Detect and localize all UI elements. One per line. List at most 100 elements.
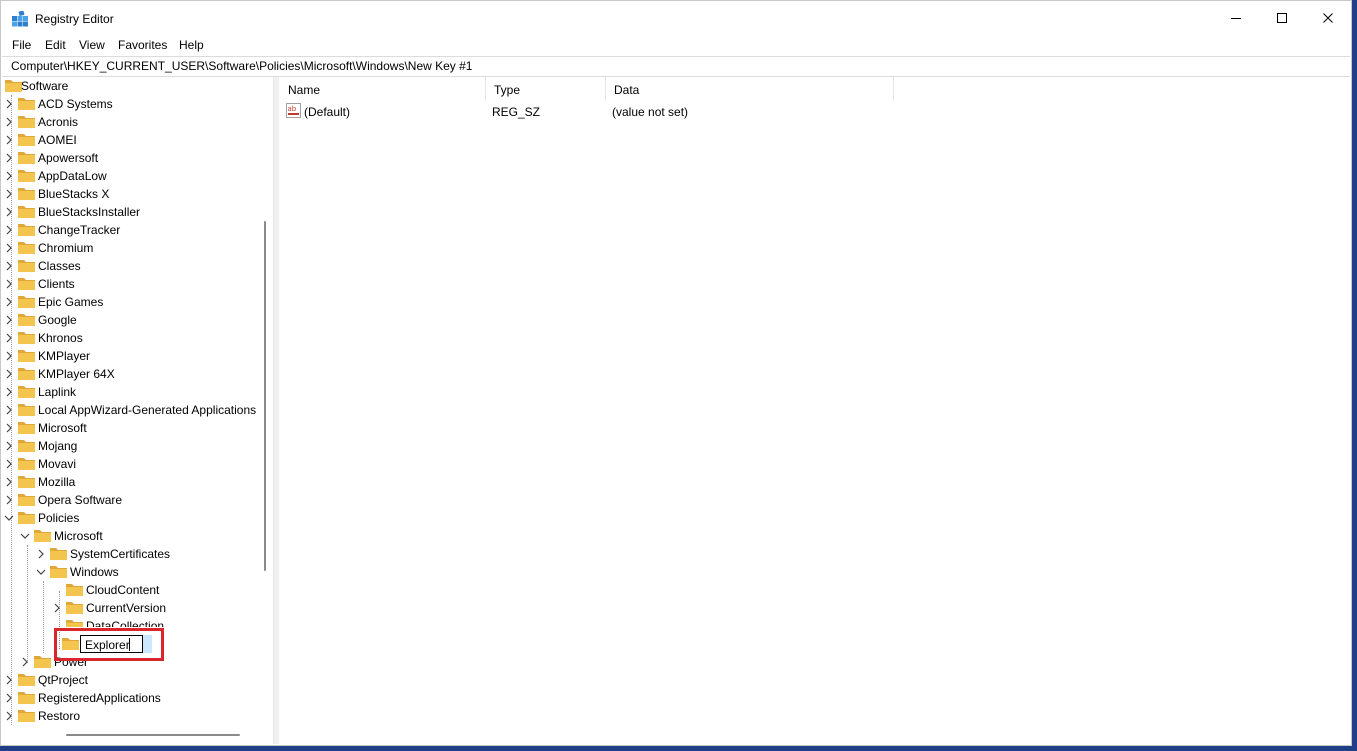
tree-node[interactable]: ACD Systems bbox=[2, 95, 262, 113]
tree-node[interactable]: ChangeTracker bbox=[2, 221, 262, 239]
menu-favorites[interactable]: Favorites bbox=[118, 38, 167, 52]
tree-node[interactable]: AppDataLow bbox=[2, 167, 262, 185]
menu-help[interactable]: Help bbox=[179, 38, 204, 52]
chevron-right-icon bbox=[4, 405, 14, 415]
value-row[interactable]: ab (Default) REG_SZ (value not set) bbox=[280, 101, 893, 121]
chevron-right-icon bbox=[4, 675, 14, 685]
tree-node[interactable]: Classes bbox=[2, 257, 262, 275]
folder-icon bbox=[66, 619, 83, 627]
tree-label: Classes bbox=[38, 259, 81, 273]
tree-node[interactable]: Apowersoft bbox=[2, 149, 262, 167]
menu-view[interactable]: View bbox=[79, 38, 105, 52]
folder-icon bbox=[18, 187, 35, 200]
tree-node-windows[interactable]: Windows bbox=[2, 563, 262, 581]
tree-node[interactable]: QtProject bbox=[2, 671, 262, 689]
column-header-data[interactable]: Data bbox=[606, 77, 894, 101]
tree-node[interactable]: Acronis bbox=[2, 113, 262, 131]
tree-label: Local AppWizard-Generated Applications bbox=[38, 403, 256, 417]
folder-icon bbox=[18, 259, 35, 272]
tree-label: KMPlayer bbox=[38, 349, 90, 363]
tree-node[interactable]: Local AppWizard-Generated Applications bbox=[2, 401, 262, 419]
tree-horizontal-scrollbar[interactable] bbox=[66, 734, 240, 736]
tree-node-policies-microsoft[interactable]: Microsoft bbox=[2, 527, 262, 545]
tree-vertical-scrollbar[interactable] bbox=[264, 221, 266, 571]
tree-node[interactable]: Chromium bbox=[2, 239, 262, 257]
chevron-right-icon bbox=[4, 369, 14, 379]
tree-node-datacollection[interactable]: DataCollection bbox=[2, 617, 262, 627]
close-button[interactable] bbox=[1305, 1, 1351, 35]
chevron-right-icon bbox=[4, 279, 14, 289]
folder-icon bbox=[18, 115, 35, 128]
tree-node[interactable]: Clients bbox=[2, 275, 262, 293]
folder-icon bbox=[66, 601, 83, 614]
rename-key-input[interactable]: Explorer bbox=[80, 635, 143, 653]
title-bar[interactable]: Registry Editor bbox=[1, 1, 1351, 35]
chevron-right-icon bbox=[4, 297, 14, 307]
folder-icon bbox=[5, 79, 22, 92]
menu-edit[interactable]: Edit bbox=[45, 38, 66, 52]
chevron-right-icon bbox=[4, 315, 14, 325]
folder-icon bbox=[18, 691, 35, 704]
tree-label: Chromium bbox=[38, 241, 93, 255]
tree-node[interactable]: Microsoft bbox=[2, 419, 262, 437]
tree-node[interactable]: Opera Software bbox=[2, 491, 262, 509]
maximize-icon bbox=[1276, 12, 1288, 24]
tree-node-systemcertificates[interactable]: SystemCertificates bbox=[2, 545, 262, 563]
tree-node-currentversion[interactable]: CurrentVersion bbox=[2, 599, 262, 617]
address-path[interactable]: Computer\HKEY_CURRENT_USER\Software\Poli… bbox=[11, 59, 472, 73]
tree-label: Laplink bbox=[38, 385, 76, 399]
tree-node-power[interactable]: Power bbox=[2, 653, 262, 671]
tree-node-cloudcontent[interactable]: CloudContent bbox=[2, 581, 262, 599]
tree-node[interactable]: Google bbox=[2, 311, 262, 329]
folder-icon bbox=[62, 637, 79, 650]
window-title: Registry Editor bbox=[35, 12, 114, 26]
tree-node-policies[interactable]: Policies bbox=[2, 509, 262, 527]
tree-node[interactable]: RegisteredApplications bbox=[2, 689, 262, 707]
address-bar[interactable]: Computer\HKEY_CURRENT_USER\Software\Poli… bbox=[2, 56, 1350, 77]
tree-node[interactable]: Mozilla bbox=[2, 473, 262, 491]
rename-key-text: Explorer bbox=[85, 638, 130, 652]
tree-node[interactable]: KMPlayer bbox=[2, 347, 262, 365]
column-header-type[interactable]: Type bbox=[486, 77, 606, 101]
chevron-down-icon bbox=[20, 531, 30, 541]
folder-icon bbox=[18, 223, 35, 236]
tree-node[interactable]: AOMEI bbox=[2, 131, 262, 149]
column-header-label: Name bbox=[288, 83, 320, 97]
column-header-name[interactable]: Name bbox=[280, 77, 486, 101]
tree-node[interactable]: Movavi bbox=[2, 455, 262, 473]
tree-node[interactable]: Laplink bbox=[2, 383, 262, 401]
chevron-down-icon bbox=[4, 513, 14, 523]
tree-node[interactable]: Restoro bbox=[2, 707, 262, 725]
tree-label: Acronis bbox=[38, 115, 78, 129]
chevron-right-icon bbox=[4, 99, 14, 109]
value-type: REG_SZ bbox=[492, 105, 540, 119]
tree-node[interactable]: Mojang bbox=[2, 437, 262, 455]
menu-bar: File Edit View Favorites Help bbox=[1, 35, 1351, 55]
tree-label: CurrentVersion bbox=[86, 601, 166, 615]
values-list[interactable]: Name Type Data ab (Default) REG_SZ (valu… bbox=[280, 77, 1350, 744]
maximize-button[interactable] bbox=[1259, 1, 1305, 35]
chevron-right-icon bbox=[4, 387, 14, 397]
registry-editor-window: Registry Editor File Edit View Favorites… bbox=[0, 0, 1352, 746]
tree-node[interactable]: BlueStacksInstaller bbox=[2, 203, 262, 221]
chevron-right-icon bbox=[4, 261, 14, 271]
tree-label: BlueStacksInstaller bbox=[38, 205, 140, 219]
column-header-label: Data bbox=[614, 83, 639, 97]
menu-file[interactable]: File bbox=[12, 38, 31, 52]
tree-node-software[interactable]: Software bbox=[2, 77, 262, 95]
tree-node[interactable]: KMPlayer 64X bbox=[2, 365, 262, 383]
pane-splitter[interactable] bbox=[274, 77, 279, 744]
folder-icon bbox=[18, 241, 35, 254]
tree-label: Opera Software bbox=[38, 493, 122, 507]
folder-icon bbox=[18, 475, 35, 488]
folder-icon bbox=[18, 349, 35, 362]
tree-node[interactable]: BlueStacks X bbox=[2, 185, 262, 203]
tree-label: Movavi bbox=[38, 457, 76, 471]
tree-node[interactable]: Khronos bbox=[2, 329, 262, 347]
chevron-right-icon bbox=[4, 243, 14, 253]
folder-icon bbox=[18, 511, 35, 524]
folder-icon bbox=[66, 583, 83, 596]
folder-icon bbox=[18, 385, 35, 398]
minimize-button[interactable] bbox=[1213, 1, 1259, 35]
tree-node[interactable]: Epic Games bbox=[2, 293, 262, 311]
